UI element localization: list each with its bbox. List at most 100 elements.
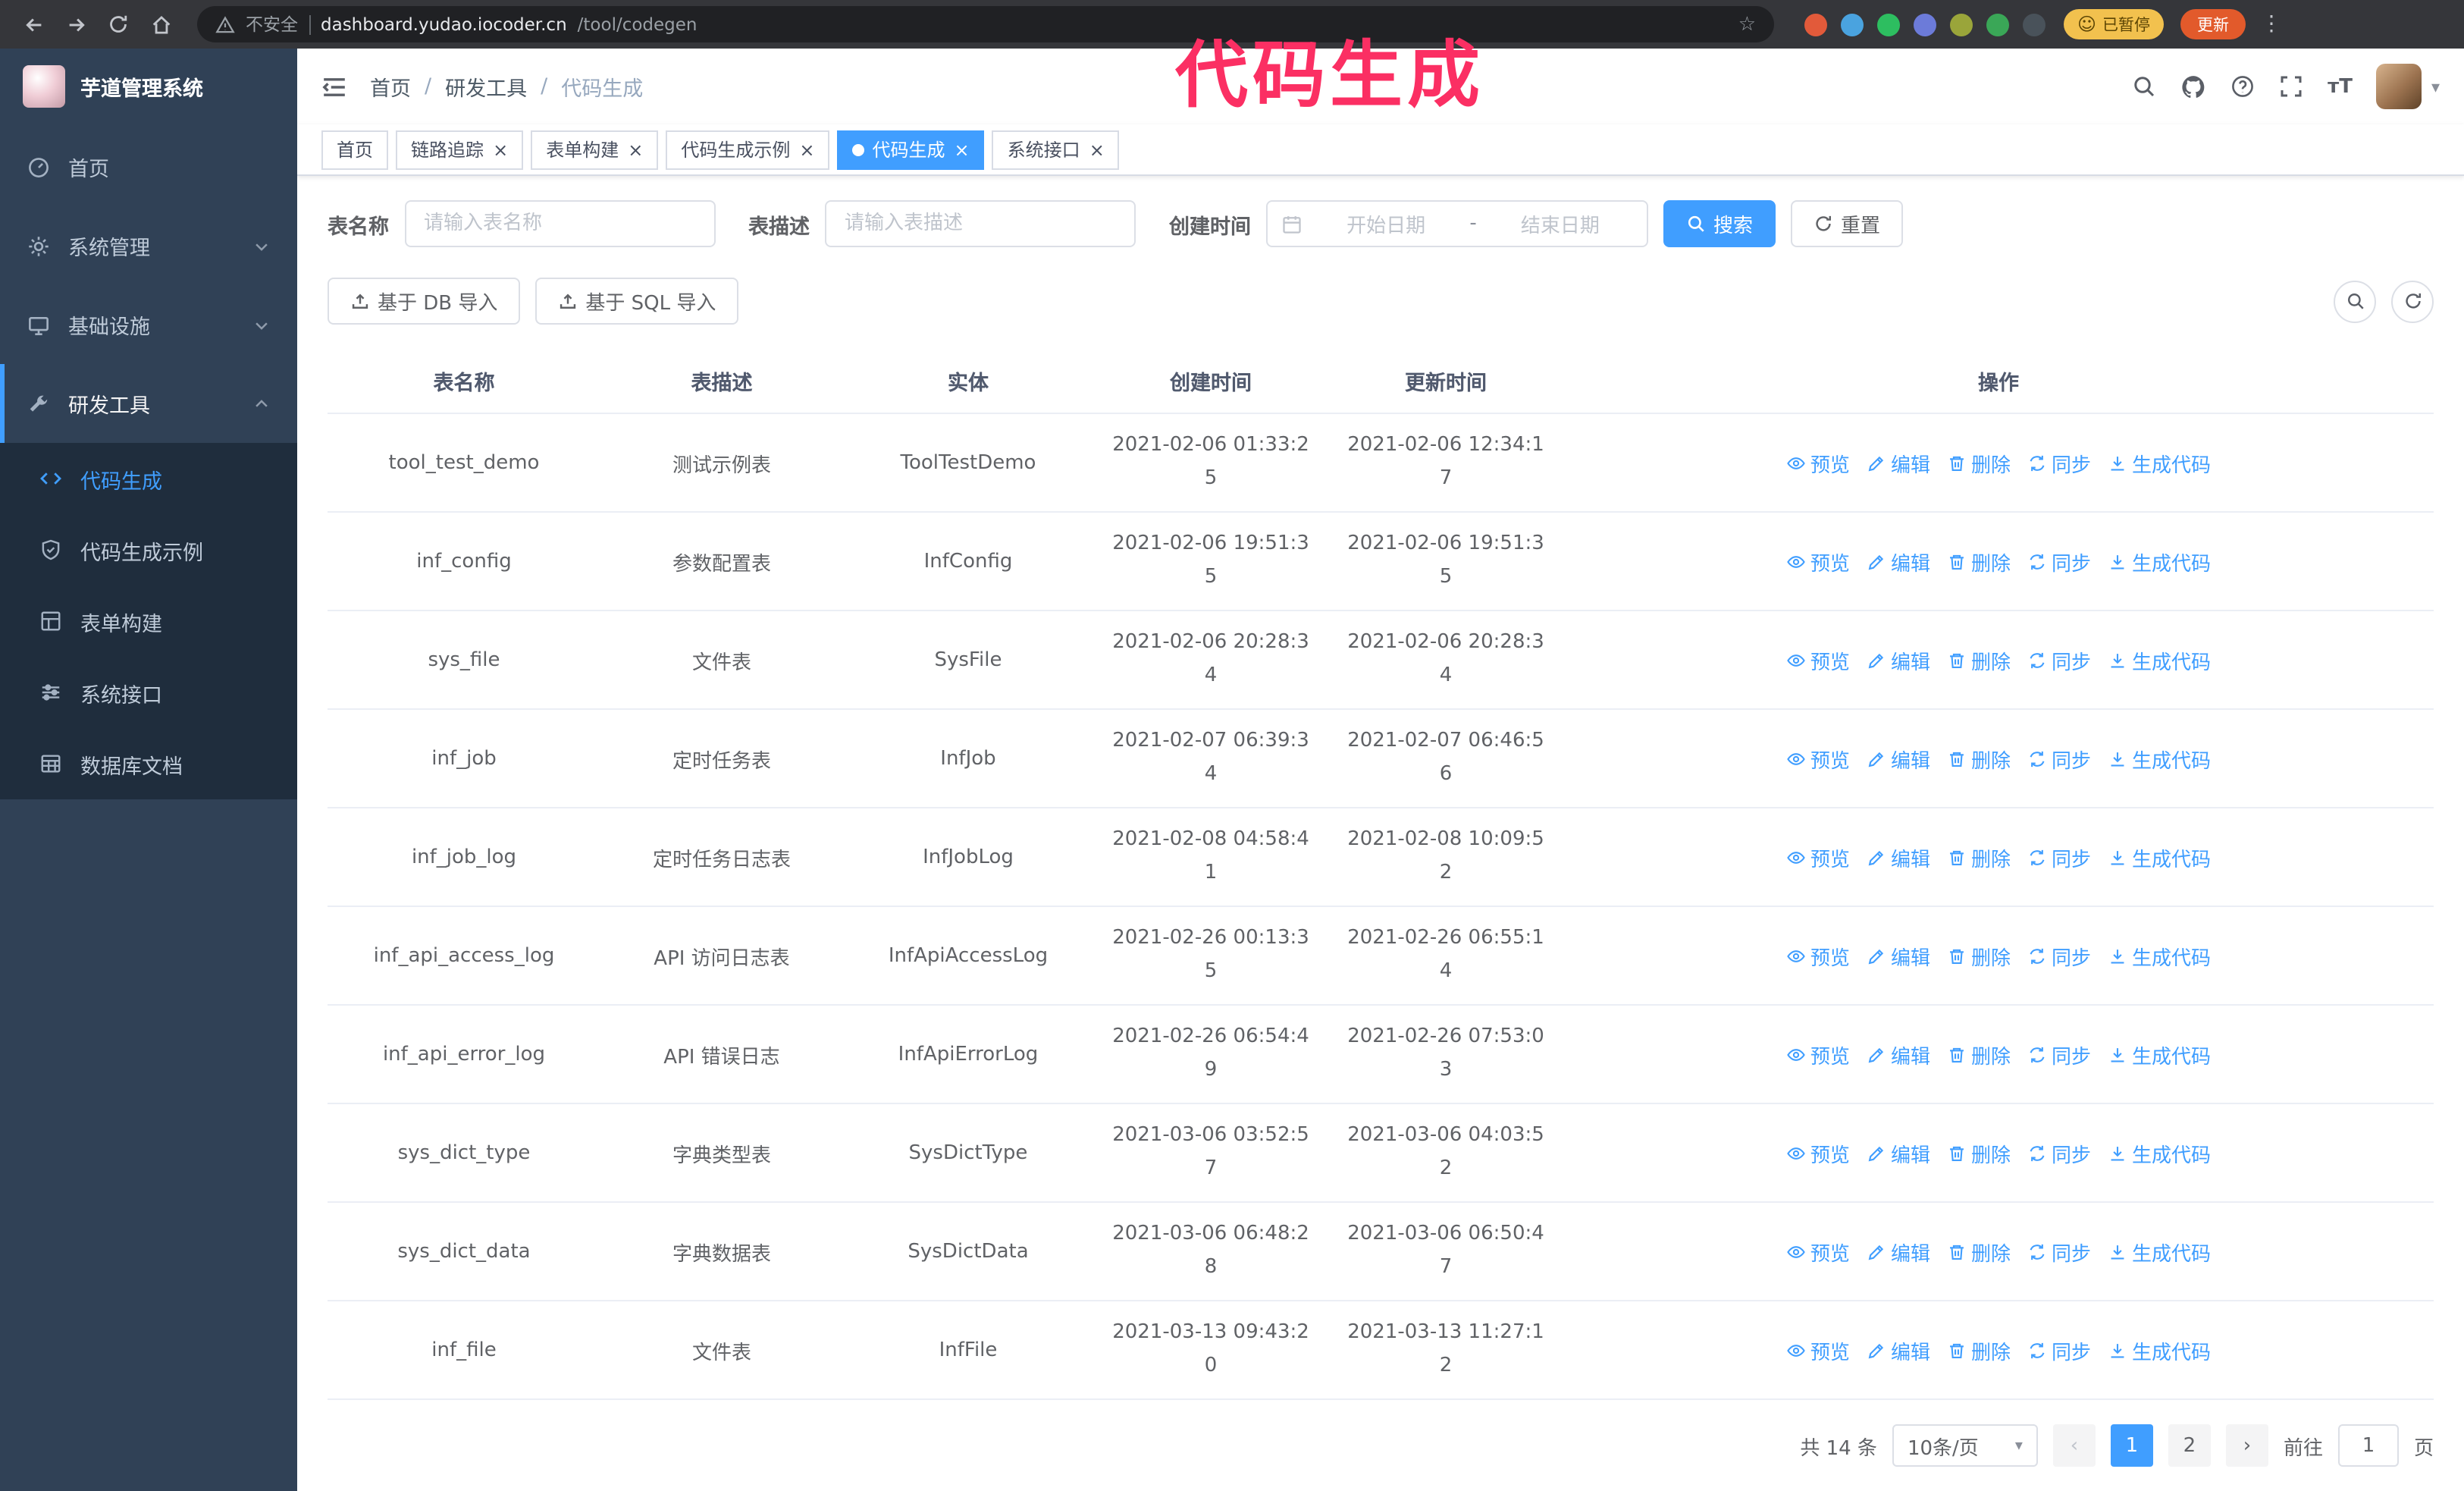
delete-link[interactable]: 删除 [1947,645,2011,674]
help-icon[interactable] [2230,74,2255,99]
edit-link[interactable]: 编辑 [1867,547,1930,576]
edit-link[interactable]: 编辑 [1867,1336,1930,1364]
show-search-button[interactable] [2334,280,2376,322]
generate-code-link[interactable]: 生成代码 [2108,448,2211,477]
breadcrumb-home[interactable]: 首页 [370,71,411,102]
edit-link[interactable]: 编辑 [1867,1237,1930,1266]
delete-link[interactable]: 删除 [1947,843,2011,871]
browser-update-button[interactable]: 更新 [2180,9,2246,39]
sync-link[interactable]: 同步 [2027,645,2091,674]
preview-link[interactable]: 预览 [1786,1237,1850,1266]
extension-icon[interactable] [1986,13,2009,36]
generate-code-link[interactable]: 生成代码 [2108,547,2211,576]
bookmark-star-icon[interactable]: ☆ [1738,13,1756,36]
edit-link[interactable]: 编辑 [1867,645,1930,674]
extension-icon[interactable] [1877,13,1900,36]
gif-paused-badge[interactable]: ☺ 已暂停 [2064,9,2165,39]
forward-button[interactable] [58,6,94,42]
sidebar-logo[interactable]: 芋道管理系统 [0,49,297,124]
refresh-button[interactable] [2391,280,2434,322]
back-button[interactable] [15,6,52,42]
edit-link[interactable]: 编辑 [1867,941,1930,970]
import-sql-button[interactable]: 基于 SQL 导入 [535,278,739,325]
sidebar-item-api[interactable]: 系统接口 [0,657,297,728]
extension-icon[interactable] [1914,13,1936,36]
tab[interactable]: 代码生成 × [837,130,985,169]
preview-link[interactable]: 预览 [1786,645,1850,674]
extension-icon[interactable] [2023,13,2045,36]
page-button-2[interactable]: 2 [2168,1424,2211,1467]
close-icon[interactable]: × [626,140,643,159]
close-icon[interactable]: × [798,140,814,159]
sync-link[interactable]: 同步 [2027,843,2091,871]
delete-link[interactable]: 删除 [1947,547,2011,576]
preview-link[interactable]: 预览 [1786,547,1850,576]
github-icon[interactable] [2180,74,2206,99]
generate-code-link[interactable]: 生成代码 [2108,1237,2211,1266]
edit-link[interactable]: 编辑 [1867,744,1930,773]
tab[interactable]: 代码生成示例 × [666,130,830,169]
goto-page-input[interactable] [2337,1424,2399,1467]
delete-link[interactable]: 删除 [1947,1138,2011,1167]
generate-code-link[interactable]: 生成代码 [2108,1336,2211,1364]
table-desc-input[interactable] [825,200,1136,247]
preview-link[interactable]: 预览 [1786,744,1850,773]
tab[interactable]: 表单构建 × [531,130,659,169]
preview-link[interactable]: 预览 [1786,843,1850,871]
page-size-select[interactable]: 10条/页 ▾ [1892,1424,2038,1467]
sidebar-item-infra[interactable]: 基础设施 [0,285,297,364]
generate-code-link[interactable]: 生成代码 [2108,1040,2211,1069]
delete-link[interactable]: 删除 [1947,744,2011,773]
close-icon[interactable]: × [1088,140,1105,159]
sync-link[interactable]: 同步 [2027,941,2091,970]
search-icon[interactable] [2132,74,2156,99]
prev-page-button[interactable]: ‹ [2052,1424,2096,1467]
tab[interactable]: 首页 [321,130,389,169]
close-icon[interactable]: × [491,140,508,159]
close-icon[interactable]: × [953,140,970,159]
edit-link[interactable]: 编辑 [1867,1138,1930,1167]
preview-link[interactable]: 预览 [1786,941,1850,970]
delete-link[interactable]: 删除 [1947,448,2011,477]
sync-link[interactable]: 同步 [2027,1336,2091,1364]
sync-link[interactable]: 同步 [2027,744,2091,773]
edit-link[interactable]: 编辑 [1867,448,1930,477]
generate-code-link[interactable]: 生成代码 [2108,843,2211,871]
search-button[interactable]: 搜索 [1663,200,1776,247]
next-page-button[interactable]: › [2225,1424,2268,1467]
edit-link[interactable]: 编辑 [1867,843,1930,871]
sync-link[interactable]: 同步 [2027,1040,2091,1069]
generate-code-link[interactable]: 生成代码 [2108,941,2211,970]
table-name-input[interactable] [404,200,715,247]
font-size-icon[interactable]: тT [2328,75,2353,98]
preview-link[interactable]: 预览 [1786,1040,1850,1069]
generate-code-link[interactable]: 生成代码 [2108,1138,2211,1167]
tab[interactable]: 系统接口 × [992,130,1120,169]
edit-link[interactable]: 编辑 [1867,1040,1930,1069]
generate-code-link[interactable]: 生成代码 [2108,645,2211,674]
sidebar-item-form-builder[interactable]: 表单构建 [0,585,297,657]
delete-link[interactable]: 删除 [1947,1040,2011,1069]
browser-menu-icon[interactable]: ⋮ [2261,12,2282,36]
home-button[interactable] [143,6,179,42]
sidebar-item-home[interactable]: 首页 [0,127,297,206]
reset-button[interactable]: 重置 [1791,200,1904,247]
delete-link[interactable]: 删除 [1947,1237,2011,1266]
sidebar-item-devtools[interactable]: 研发工具 [0,364,297,443]
sidebar-item-system[interactable]: 系统管理 [0,206,297,285]
address-bar[interactable]: 不安全 dashboard.yudao.iocoder.cn /tool/cod… [197,6,1774,42]
reload-button[interactable] [100,6,136,42]
extension-icon[interactable] [1950,13,1973,36]
sync-link[interactable]: 同步 [2027,547,2091,576]
page-button-1[interactable]: 1 [2110,1424,2153,1467]
extension-icon[interactable] [1804,13,1827,36]
breadcrumb-devtools[interactable]: 研发工具 [445,71,527,102]
user-menu[interactable]: ▾ [2376,64,2440,109]
preview-link[interactable]: 预览 [1786,1336,1850,1364]
preview-link[interactable]: 预览 [1786,1138,1850,1167]
sidebar-item-codegen[interactable]: 代码生成 [0,443,297,514]
sync-link[interactable]: 同步 [2027,448,2091,477]
sidebar-item-db-doc[interactable]: 数据库文档 [0,728,297,799]
import-db-button[interactable]: 基于 DB 导入 [328,278,521,325]
extension-icon[interactable] [1841,13,1864,36]
